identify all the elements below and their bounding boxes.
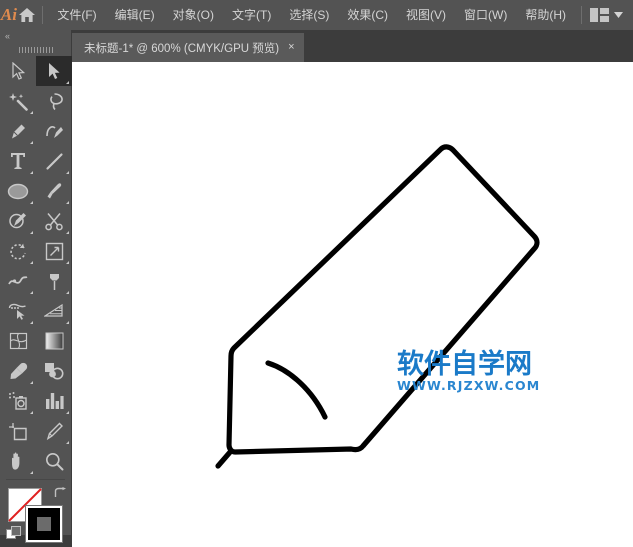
illustrator-window: Ai 文件(F) 编辑(E) 对象(O) 文字(T) 选择(S) 效果(C) 视… bbox=[0, 0, 633, 547]
workspace-switcher-icon[interactable] bbox=[588, 0, 610, 30]
perspective-grid-tool[interactable] bbox=[36, 296, 72, 326]
slice-tool[interactable] bbox=[36, 416, 72, 446]
column-graph-tool[interactable] bbox=[36, 386, 72, 416]
menu-select[interactable]: 选择(S) bbox=[280, 3, 338, 27]
menubar-right-group bbox=[575, 0, 633, 30]
document-tab-title: 未标题-1* @ 600% (CMYK/GPU 预览) bbox=[84, 42, 280, 55]
zoom-tool[interactable] bbox=[36, 446, 72, 476]
artboard-canvas[interactable]: 软件自学网 WWW.RJZXW.COM bbox=[72, 62, 633, 547]
menu-type[interactable]: 文字(T) bbox=[223, 3, 280, 27]
scale-tool[interactable] bbox=[36, 236, 72, 266]
tool-grid bbox=[0, 56, 72, 476]
menu-items: 文件(F) 编辑(E) 对象(O) 文字(T) 选择(S) 效果(C) 视图(V… bbox=[48, 3, 575, 27]
menu-edit[interactable]: 编辑(E) bbox=[106, 3, 164, 27]
gradient-tool[interactable] bbox=[36, 326, 72, 356]
line-segment-tool[interactable] bbox=[36, 146, 72, 176]
shaper-tool[interactable] bbox=[0, 206, 36, 236]
artboard-tool[interactable] bbox=[0, 416, 36, 446]
rotate-tool[interactable] bbox=[0, 236, 36, 266]
menu-effect[interactable]: 效果(C) bbox=[338, 3, 397, 27]
menu-file[interactable]: 文件(F) bbox=[48, 3, 105, 27]
stroke-swatch[interactable] bbox=[26, 506, 62, 542]
curvature-tool[interactable] bbox=[36, 116, 72, 146]
ellipse-tool[interactable] bbox=[0, 176, 36, 206]
free-transform-tool[interactable] bbox=[36, 266, 72, 296]
magic-wand-tool[interactable] bbox=[0, 86, 36, 116]
eyedropper-tool[interactable] bbox=[0, 356, 36, 386]
document-tab[interactable]: 未标题-1* @ 600% (CMYK/GPU 预览) × bbox=[72, 33, 304, 62]
pen-tool[interactable] bbox=[0, 116, 36, 146]
blend-tool[interactable] bbox=[36, 356, 72, 386]
menubar-right-divider bbox=[581, 6, 582, 24]
menu-object[interactable]: 对象(O) bbox=[164, 3, 223, 27]
menu-view[interactable]: 视图(V) bbox=[397, 3, 455, 27]
lasso-tool[interactable] bbox=[36, 86, 72, 116]
default-fill-stroke-icon[interactable] bbox=[6, 526, 21, 545]
swap-fill-stroke-icon[interactable] bbox=[54, 486, 67, 504]
collapse-panel-icon[interactable]: « bbox=[5, 32, 10, 41]
tool-flyout-indicator bbox=[66, 81, 69, 84]
stroke-inner-fill bbox=[37, 517, 51, 531]
fill-stroke-controls bbox=[0, 484, 71, 547]
toolbar-divider bbox=[6, 479, 65, 480]
panel-drag-handle[interactable] bbox=[0, 44, 71, 56]
scissors-tool[interactable] bbox=[36, 206, 72, 236]
menu-help[interactable]: 帮助(H) bbox=[516, 3, 575, 27]
paintbrush-tool[interactable] bbox=[36, 176, 72, 206]
document-tab-bar: 未标题-1* @ 600% (CMYK/GPU 预览) × bbox=[72, 30, 633, 62]
shape-builder-tool[interactable] bbox=[0, 296, 36, 326]
direct-selection-tool[interactable] bbox=[36, 56, 72, 86]
type-tool[interactable] bbox=[0, 146, 36, 176]
symbol-sprayer-tool[interactable] bbox=[0, 386, 36, 416]
home-icon[interactable] bbox=[18, 0, 36, 30]
tools-panel: « bbox=[0, 30, 72, 542]
app-logo: Ai bbox=[0, 5, 17, 24]
width-tool[interactable] bbox=[0, 266, 36, 296]
close-icon[interactable]: × bbox=[288, 42, 294, 53]
eraser-outline-path[interactable] bbox=[72, 62, 633, 547]
menu-divider bbox=[41, 6, 43, 24]
menu-window[interactable]: 窗口(W) bbox=[455, 3, 516, 27]
menu-bar: Ai 文件(F) 编辑(E) 对象(O) 文字(T) 选择(S) 效果(C) 视… bbox=[0, 0, 633, 30]
mesh-tool[interactable] bbox=[0, 326, 36, 356]
selection-tool[interactable] bbox=[0, 56, 36, 86]
tools-panel-header: « bbox=[0, 30, 71, 44]
hand-tool[interactable] bbox=[0, 446, 36, 476]
chevron-down-icon[interactable] bbox=[610, 0, 626, 30]
